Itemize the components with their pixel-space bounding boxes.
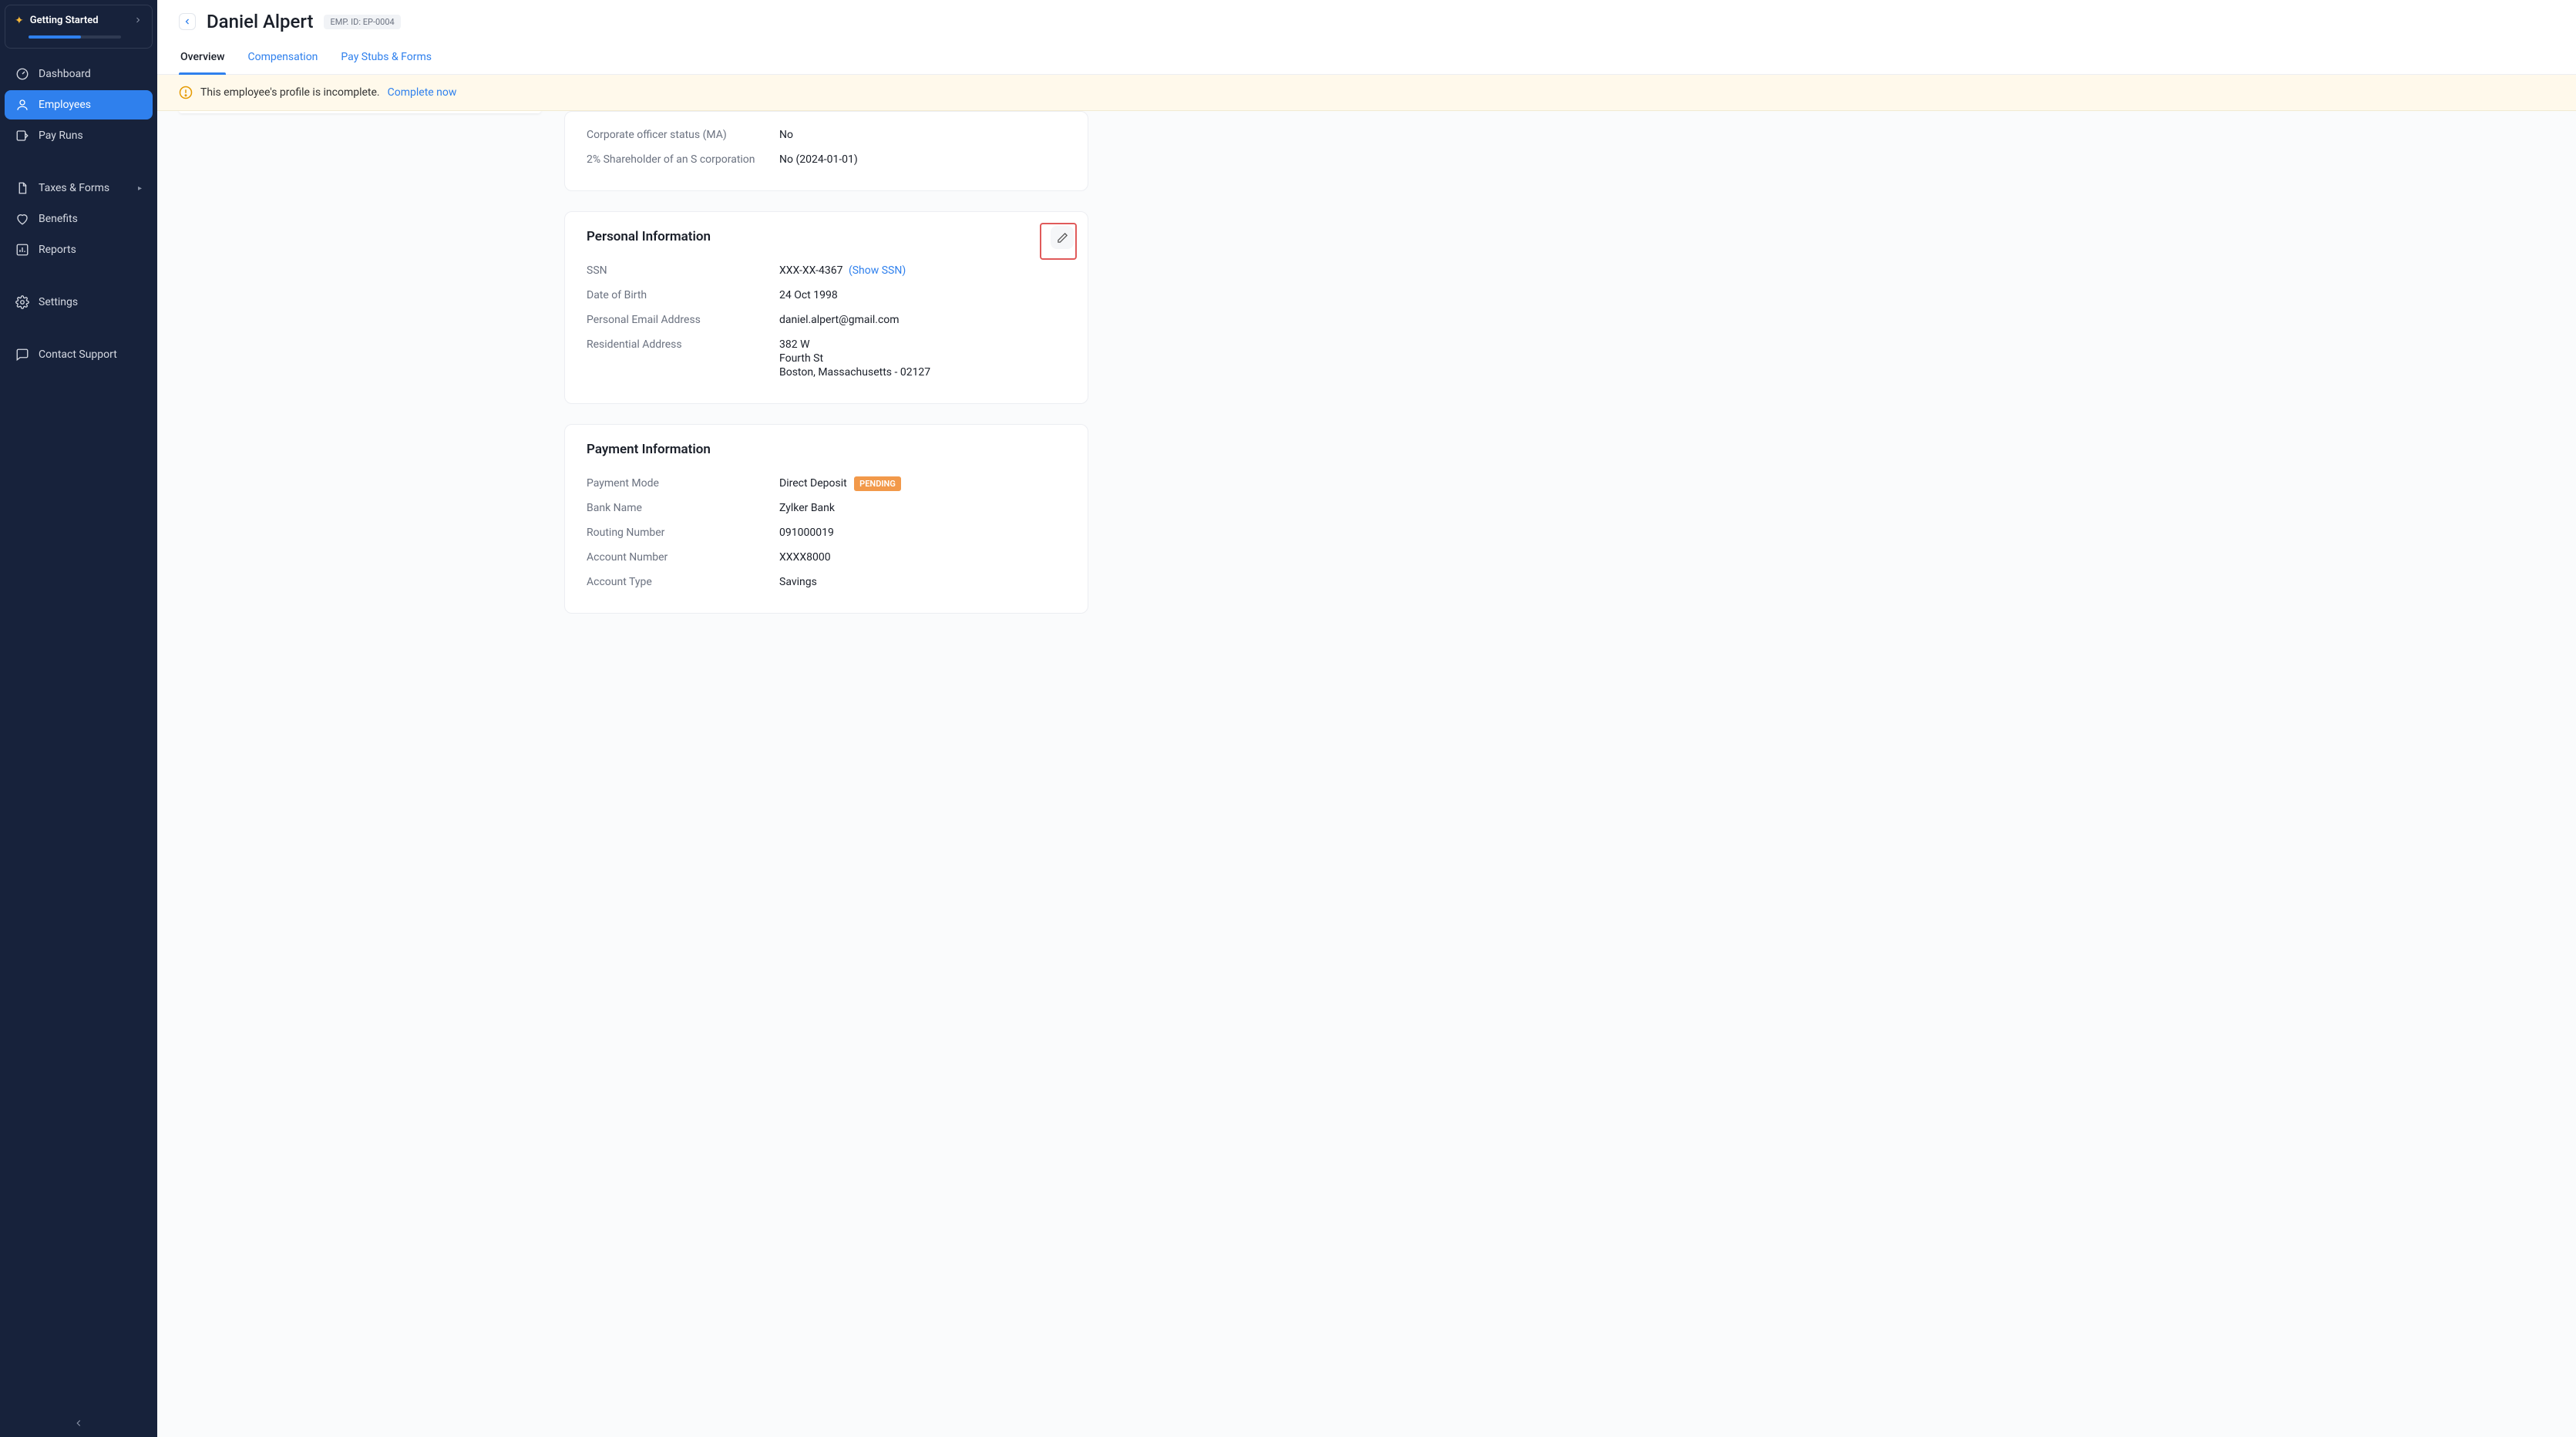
sidebar-item-label: Employees — [39, 99, 91, 111]
personal-information-card: Personal Information SSN XXX-XX-4367 (Sh… — [564, 211, 1088, 404]
complete-now-link[interactable]: Complete now — [388, 86, 457, 99]
kv-value: Savings — [779, 576, 817, 588]
user-icon — [15, 98, 29, 112]
kv-label: Date of Birth — [587, 289, 764, 301]
tabs: Overview Compensation Pay Stubs & Forms — [157, 42, 2576, 75]
getting-started-progress — [29, 35, 121, 39]
kv-value: daniel.alpert@gmail.com — [779, 314, 900, 326]
sidebar-item-employees[interactable]: Employees — [5, 90, 153, 119]
payment-information-card: Payment Information Payment Mode Direct … — [564, 424, 1088, 614]
sidebar-collapse-button[interactable] — [0, 1409, 157, 1437]
sparkle-icon: ✦ — [15, 15, 24, 27]
kv-value: No (2024-01-01) — [779, 153, 858, 166]
kv-row: Date of Birth 24 Oct 1998 — [587, 283, 1066, 308]
kv-value: XXX-XX-4367 (Show SSN) — [779, 264, 906, 277]
incomplete-profile-alert: This employee's profile is incomplete. C… — [157, 75, 2576, 111]
kv-label: Account Number — [587, 551, 764, 564]
tab-compensation[interactable]: Compensation — [246, 42, 319, 74]
sidebar-item-settings[interactable]: Settings — [5, 288, 153, 317]
pencil-icon — [1057, 232, 1068, 244]
pending-badge: PENDING — [854, 476, 901, 491]
tab-pay-stubs-forms[interactable]: Pay Stubs & Forms — [339, 42, 433, 74]
sidebar-item-pay-runs[interactable]: Pay Runs — [5, 121, 153, 150]
address-line: Fourth St — [779, 352, 930, 365]
card-title: Payment Information — [587, 442, 1066, 457]
kv-row: SSN XXX-XX-4367 (Show SSN) — [587, 258, 1066, 283]
sidebar-item-taxes-forms[interactable]: Taxes & Forms ▸ — [5, 173, 153, 203]
edit-personal-info-button[interactable] — [1051, 226, 1074, 249]
kv-row: Personal Email Address daniel.alpert@gma… — [587, 308, 1066, 332]
sidebar-item-label: Reports — [39, 244, 76, 256]
benefits-icon — [15, 212, 29, 226]
kv-value: 382 W Fourth St Boston, Massachusetts - … — [779, 338, 930, 379]
back-button[interactable] — [179, 13, 196, 30]
sidebar-item-label: Dashboard — [39, 68, 91, 80]
kv-value: Direct Deposit PENDING — [779, 477, 901, 490]
show-ssn-link[interactable]: (Show SSN) — [849, 264, 906, 277]
gauge-icon — [15, 67, 29, 81]
chat-icon — [15, 348, 29, 362]
kv-label: Personal Email Address — [587, 314, 764, 326]
kv-value: No — [779, 129, 793, 141]
tax-status-card-fragment: Corporate officer status (MA) No 2% Shar… — [564, 111, 1088, 191]
address-line: 382 W — [779, 338, 930, 351]
kv-row: Account Type Savings — [587, 570, 1066, 594]
kv-label: Routing Number — [587, 527, 764, 539]
chevron-left-icon — [73, 1418, 84, 1429]
sidebar-item-benefits[interactable]: Benefits — [5, 204, 153, 234]
sidebar-item-reports[interactable]: Reports — [5, 235, 153, 264]
kv-row: Bank Name Zylker Bank — [587, 496, 1066, 520]
tab-overview[interactable]: Overview — [179, 42, 226, 74]
kv-label: Corporate officer status (MA) — [587, 129, 764, 141]
chart-icon — [15, 243, 29, 257]
payment-mode-value: Direct Deposit — [779, 477, 847, 490]
page-header: Daniel Alpert EMP. ID: EP-0004 — [157, 0, 2576, 37]
kv-value: Zylker Bank — [779, 502, 835, 514]
sidebar-item-dashboard[interactable]: Dashboard — [5, 59, 153, 89]
card-title: Personal Information — [587, 229, 1066, 244]
sidebar: ✦ Getting Started Dashboard Employees Pa… — [0, 0, 157, 1437]
kv-row: Residential Address 382 W Fourth St Bost… — [587, 332, 1066, 385]
warning-icon — [179, 86, 193, 99]
sidebar-item-label: Benefits — [39, 213, 78, 225]
pay-run-icon — [15, 129, 29, 143]
kv-row: Corporate officer status (MA) No — [587, 123, 1066, 147]
caret-right-icon: ▸ — [138, 184, 142, 193]
gear-icon — [15, 295, 29, 309]
kv-label: 2% Shareholder of an S corporation — [587, 153, 764, 166]
chevron-left-icon — [183, 17, 192, 26]
document-icon — [15, 181, 29, 195]
kv-label: Account Type — [587, 576, 764, 588]
kv-label: SSN — [587, 264, 764, 277]
getting-started-label: Getting Started — [30, 15, 127, 26]
ssn-masked: XXX-XX-4367 — [779, 264, 842, 277]
chevron-right-icon — [133, 13, 143, 28]
collapsed-card-fragment — [179, 111, 541, 113]
kv-label: Payment Mode — [587, 477, 764, 490]
kv-label: Residential Address — [587, 338, 764, 379]
sidebar-item-label: Contact Support — [39, 348, 117, 361]
getting-started-card[interactable]: ✦ Getting Started — [5, 5, 153, 49]
kv-row: Routing Number 091000019 — [587, 520, 1066, 545]
address-line: Boston, Massachusetts - 02127 — [779, 366, 930, 379]
sidebar-item-contact-support[interactable]: Contact Support — [5, 340, 153, 369]
kv-value: XXXX8000 — [779, 551, 831, 564]
kv-row: Account Number XXXX8000 — [587, 545, 1066, 570]
alert-text: This employee's profile is incomplete. — [200, 86, 380, 99]
sidebar-item-label: Taxes & Forms — [39, 182, 109, 194]
sidebar-item-label: Pay Runs — [39, 130, 83, 142]
kv-value: 091000019 — [779, 527, 834, 539]
kv-value: 24 Oct 1998 — [779, 289, 838, 301]
employee-id-badge: EMP. ID: EP-0004 — [324, 15, 400, 29]
page-title: Daniel Alpert — [207, 11, 313, 32]
kv-label: Bank Name — [587, 502, 764, 514]
sidebar-item-label: Settings — [39, 296, 78, 308]
kv-row: Payment Mode Direct Deposit PENDING — [587, 471, 1066, 496]
kv-row: 2% Shareholder of an S corporation No (2… — [587, 147, 1066, 172]
main-content: Daniel Alpert EMP. ID: EP-0004 Overview … — [157, 0, 2576, 1437]
